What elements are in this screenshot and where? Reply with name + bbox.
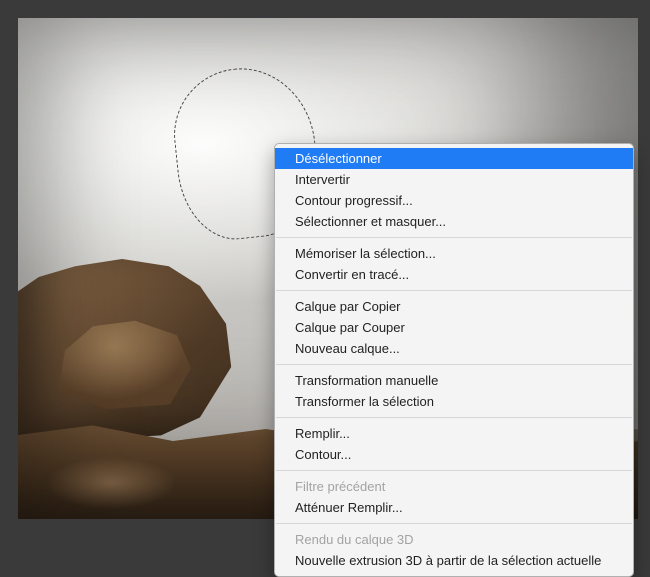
menu-item-feather[interactable]: Contour progressif... [275,190,633,211]
menu-separator [276,364,632,365]
menu-item-layer-via-cut[interactable]: Calque par Couper [275,317,633,338]
menu-separator [276,237,632,238]
menu-item-last-filter: Filtre précédent [275,476,633,497]
menu-item-fade-fill[interactable]: Atténuer Remplir... [275,497,633,518]
menu-separator [276,417,632,418]
menu-item-layer-via-copy[interactable]: Calque par Copier [275,296,633,317]
menu-item-inverse[interactable]: Intervertir [275,169,633,190]
menu-separator [276,470,632,471]
menu-item-select-and-mask[interactable]: Sélectionner et masquer... [275,211,633,232]
menu-item-make-work-path[interactable]: Convertir en tracé... [275,264,633,285]
menu-item-render-3d-layer: Rendu du calque 3D [275,529,633,550]
context-menu[interactable]: DésélectionnerIntervertirContour progres… [274,143,634,577]
menu-item-stroke[interactable]: Contour... [275,444,633,465]
menu-item-save-selection[interactable]: Mémoriser la sélection... [275,243,633,264]
menu-item-new-layer[interactable]: Nouveau calque... [275,338,633,359]
menu-separator [276,290,632,291]
menu-item-transform-selection[interactable]: Transformer la sélection [275,391,633,412]
menu-separator [276,523,632,524]
menu-item-free-transform[interactable]: Transformation manuelle [275,370,633,391]
menu-item-new-3d-extrusion[interactable]: Nouvelle extrusion 3D à partir de la sél… [275,550,633,571]
menu-item-fill[interactable]: Remplir... [275,423,633,444]
menu-item-deselect[interactable]: Désélectionner [275,148,633,169]
